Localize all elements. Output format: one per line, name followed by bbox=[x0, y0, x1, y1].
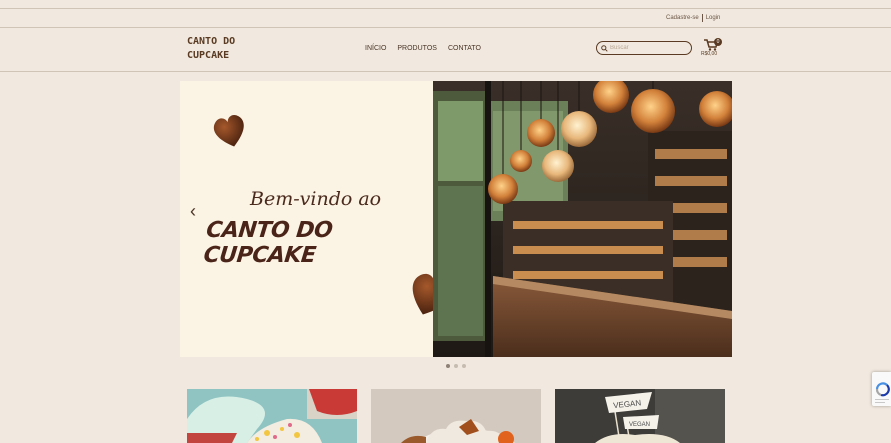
carousel-indicators bbox=[446, 364, 466, 368]
cupcake-image bbox=[187, 389, 357, 443]
cupcake-image bbox=[371, 389, 541, 443]
vegan-flag-text: VEGAN bbox=[629, 422, 650, 428]
recaptcha-badge[interactable] bbox=[872, 372, 891, 406]
search-input[interactable] bbox=[610, 45, 690, 51]
login-link[interactable]: Login bbox=[706, 15, 721, 21]
site-header: CANTO DO CUPCAKE INÍCIO PRODUTOS CONTATO… bbox=[0, 27, 891, 72]
logo-line-2: CUPCAKE bbox=[187, 50, 230, 61]
nav-produtos[interactable]: PRODUTOS bbox=[397, 45, 437, 52]
cart-button[interactable]: 0 R$0,00 bbox=[701, 37, 725, 61]
search-icon bbox=[601, 44, 608, 52]
nav-contato[interactable]: CONTATO bbox=[448, 45, 481, 52]
recaptcha-icon bbox=[875, 382, 890, 403]
search-box bbox=[596, 41, 692, 55]
signup-link[interactable]: Cadastre-se bbox=[666, 15, 699, 21]
chocolate-heart-icon bbox=[213, 115, 244, 147]
product-card[interactable] bbox=[371, 389, 541, 443]
cart-total: R$0,00 bbox=[701, 51, 718, 57]
hero-welcome-text: Bem-vindo ao bbox=[250, 188, 382, 210]
hero-text-panel: ‹ Bem-vindo ao CANTO DO CUPCAKE bbox=[180, 81, 452, 357]
bakery-photo bbox=[433, 81, 732, 357]
carousel-dot[interactable] bbox=[454, 364, 458, 368]
product-card[interactable]: VEGAN VEGAN bbox=[555, 389, 725, 443]
top-divider bbox=[0, 8, 891, 9]
carousel-dot[interactable] bbox=[462, 364, 466, 368]
logo-line-1: CANTO DO bbox=[187, 36, 236, 47]
auth-separator bbox=[701, 14, 703, 22]
bakery-interior-image bbox=[433, 81, 732, 357]
carousel-dot[interactable] bbox=[446, 364, 450, 368]
carousel-prev-button[interactable]: ‹ bbox=[190, 201, 196, 222]
site-logo[interactable]: CANTO DO CUPCAKE bbox=[187, 35, 257, 63]
main-nav: INÍCIO PRODUTOS CONTATO bbox=[365, 45, 481, 52]
nav-inicio[interactable]: INÍCIO bbox=[365, 45, 386, 52]
hero-carousel: ‹ Bem-vindo ao CANTO DO CUPCAKE bbox=[180, 81, 732, 357]
auth-links: Cadastre-se Login bbox=[666, 14, 720, 22]
product-card[interactable] bbox=[187, 389, 357, 443]
vegan-cupcake-image: VEGAN VEGAN bbox=[555, 389, 725, 443]
cart-count-badge: 0 bbox=[714, 38, 722, 46]
hero-brand-text: CANTO DO CUPCAKE bbox=[202, 218, 334, 268]
